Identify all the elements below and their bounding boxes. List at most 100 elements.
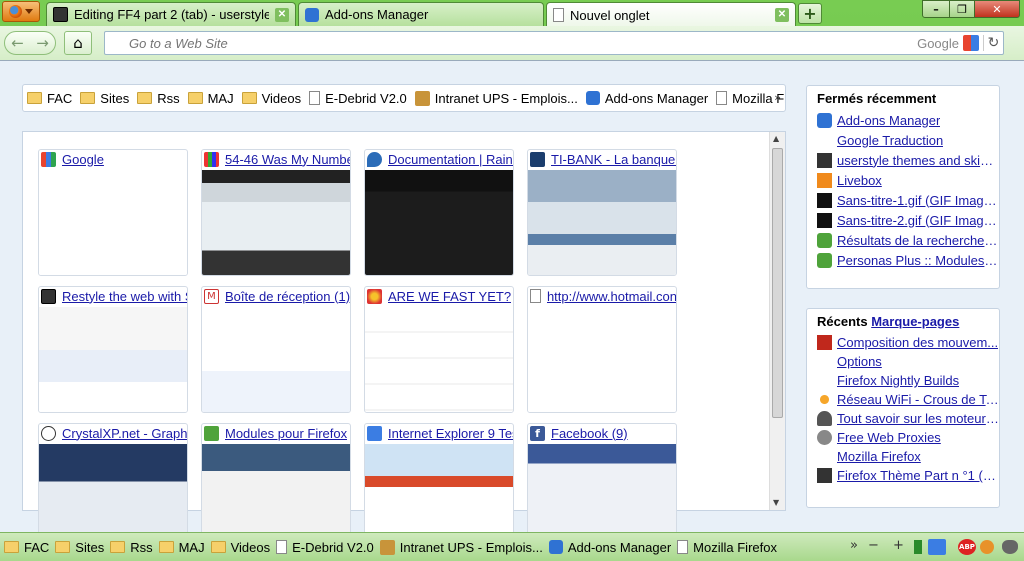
bookmark-folder-sites[interactable]: Sites bbox=[80, 91, 129, 106]
list-item[interactable]: Firefox Thème Part n °1 (n... bbox=[807, 466, 999, 485]
tile-title[interactable]: Documentation | Rainm bbox=[388, 152, 513, 167]
bookmark-intranet-ups[interactable]: Intranet UPS - Emplois... bbox=[414, 90, 578, 106]
item-label[interactable]: Add-ons Manager bbox=[837, 113, 940, 128]
scroll-down-icon[interactable]: ▼ bbox=[773, 498, 779, 507]
back-arrow-icon[interactable]: ← bbox=[5, 34, 30, 52]
zoom-out-icon[interactable]: − bbox=[868, 538, 879, 553]
list-item[interactable]: Livebox bbox=[807, 170, 999, 190]
list-item[interactable]: Résultats de la recherche de... bbox=[807, 230, 999, 250]
tab-new[interactable]: Nouvel onglet ✕ bbox=[546, 2, 796, 27]
forward-arrow-icon[interactable]: → bbox=[30, 34, 55, 52]
vertical-scrollbar[interactable]: ▲ ▼ bbox=[769, 132, 785, 510]
bookmarks-link[interactable]: Marque-pages bbox=[871, 314, 959, 329]
tile-title[interactable]: Internet Explorer 9 Test I bbox=[388, 426, 513, 441]
item-label[interactable]: Livebox bbox=[837, 173, 882, 188]
green-flag-icon[interactable] bbox=[914, 540, 922, 554]
list-item[interactable]: Sans-titre-1.gif (GIF Image, ... bbox=[807, 190, 999, 210]
list-item[interactable]: Options bbox=[807, 352, 999, 371]
close-window-button[interactable]: ✕ bbox=[974, 0, 1020, 18]
list-item[interactable]: Composition des mouvem... bbox=[807, 333, 999, 352]
list-item[interactable]: Réseau WiFi - Crous de Tou... bbox=[807, 390, 999, 409]
bookmark-edebrid[interactable]: E-Debrid V2.0 bbox=[276, 540, 374, 555]
chevron-right-icon[interactable]: » bbox=[850, 538, 858, 553]
speed-dial-tile[interactable]: M Boîte de réception (1) - l bbox=[201, 286, 351, 413]
list-item[interactable]: Free Web Proxies bbox=[807, 428, 999, 447]
new-tab-button[interactable]: + bbox=[798, 3, 822, 24]
search-engine-label[interactable]: Google bbox=[917, 36, 963, 51]
item-label[interactable]: Tout savoir sur les moteurs ... bbox=[837, 411, 999, 426]
bookmark-addons-manager[interactable]: Add-ons Manager bbox=[548, 540, 671, 555]
speed-dial-tile[interactable]: CrystalXP.net - Graphisn bbox=[38, 423, 188, 550]
speed-dial-tile[interactable]: Modules pour Firefox bbox=[201, 423, 351, 550]
minimize-button[interactable]: – bbox=[922, 0, 950, 18]
bookmark-folder-rss[interactable]: Rss bbox=[110, 540, 153, 555]
chevron-right-icon[interactable]: » bbox=[774, 91, 781, 104]
home-button[interactable]: ⌂ bbox=[64, 31, 92, 55]
tab-addons[interactable]: Add-ons Manager bbox=[298, 2, 544, 26]
bookmark-folder-sites[interactable]: Sites bbox=[55, 540, 104, 555]
bookmark-folder-videos[interactable]: Videos bbox=[241, 91, 301, 106]
translate-icon[interactable] bbox=[928, 539, 946, 555]
list-item[interactable]: Mozilla Firefox bbox=[807, 447, 999, 466]
firefox-menu-button[interactable] bbox=[2, 1, 40, 22]
item-label[interactable]: Free Web Proxies bbox=[837, 430, 941, 445]
speed-dial-tile[interactable]: Internet Explorer 9 Test I bbox=[364, 423, 514, 550]
close-icon[interactable]: ✕ bbox=[275, 7, 289, 22]
reload-icon[interactable]: ↻ bbox=[983, 35, 1003, 51]
speed-dial-tile[interactable]: f Facebook (9) bbox=[527, 423, 677, 550]
list-item[interactable]: Sans-titre-2.gif (GIF Image, ... bbox=[807, 210, 999, 230]
item-label[interactable]: Firefox Nightly Builds bbox=[837, 373, 959, 388]
speed-dial-tile[interactable]: 54-46 Was My Number - bbox=[201, 149, 351, 276]
adblock-icon[interactable]: ABP bbox=[958, 539, 976, 555]
bookmark-edebrid[interactable]: E-Debrid V2.0 bbox=[309, 91, 407, 106]
tab-userstyles[interactable]: Editing FF4 part 2 (tab) - userstyles.or… bbox=[46, 2, 296, 26]
speed-dial-tile[interactable]: TI-BANK - La banque de bbox=[527, 149, 677, 276]
list-item[interactable]: Personas Plus :: Modules p... bbox=[807, 250, 999, 270]
tile-title[interactable]: Modules pour Firefox bbox=[225, 426, 347, 441]
scroll-up-icon[interactable]: ▲ bbox=[773, 134, 779, 143]
list-item[interactable]: Tout savoir sur les moteurs ... bbox=[807, 409, 999, 428]
speed-dial-tile[interactable]: ARE WE FAST YET? bbox=[364, 286, 514, 413]
item-label[interactable]: Options bbox=[837, 354, 882, 369]
tile-title[interactable]: http://www.hotmail.con bbox=[547, 289, 676, 304]
bookmark-folder-fac[interactable]: FAC bbox=[27, 91, 72, 106]
list-item[interactable]: Firefox Nightly Builds bbox=[807, 371, 999, 390]
bookmark-folder-videos[interactable]: Videos bbox=[210, 540, 270, 555]
tile-title[interactable]: CrystalXP.net - Graphisn bbox=[62, 426, 187, 441]
fox-icon[interactable] bbox=[980, 540, 994, 554]
tile-title[interactable]: 54-46 Was My Number - bbox=[225, 152, 350, 167]
item-label[interactable]: Firefox Thème Part n °1 (n... bbox=[837, 468, 999, 483]
zoom-in-icon[interactable]: + bbox=[893, 538, 904, 553]
close-icon[interactable]: ✕ bbox=[775, 8, 789, 22]
speed-dial-tile[interactable]: http://www.hotmail.con bbox=[527, 286, 677, 413]
item-label[interactable]: Réseau WiFi - Crous de Tou... bbox=[837, 392, 999, 407]
item-label[interactable]: Mozilla Firefox bbox=[837, 449, 921, 464]
tile-title[interactable]: Google bbox=[62, 152, 104, 167]
speed-dial-tile[interactable]: Restyle the web with Sty bbox=[38, 286, 188, 413]
tile-title[interactable]: Boîte de réception (1) - l bbox=[225, 289, 350, 304]
item-label[interactable]: Personas Plus :: Modules p... bbox=[837, 253, 999, 268]
tile-title[interactable]: Restyle the web with Sty bbox=[62, 289, 187, 304]
bookmark-mozilla-firefox[interactable]: Mozilla Firefox bbox=[677, 540, 777, 555]
speed-dial-tile[interactable]: Google bbox=[38, 149, 188, 276]
list-item[interactable]: Google Traduction bbox=[807, 130, 999, 150]
scrollbar-thumb[interactable] bbox=[772, 148, 783, 418]
list-item[interactable]: userstyle themes and skins ... bbox=[807, 150, 999, 170]
tile-title[interactable]: Facebook (9) bbox=[551, 426, 628, 441]
list-item[interactable]: Add-ons Manager bbox=[807, 110, 999, 130]
item-label[interactable]: Sans-titre-2.gif (GIF Image, ... bbox=[837, 213, 999, 228]
bookmark-folder-fac[interactable]: FAC bbox=[4, 540, 49, 555]
tile-title[interactable]: ARE WE FAST YET? bbox=[388, 289, 511, 304]
maximize-button[interactable]: ❐ bbox=[949, 0, 975, 18]
item-label[interactable]: Google Traduction bbox=[837, 133, 943, 148]
item-label[interactable]: Résultats de la recherche de... bbox=[837, 233, 999, 248]
bug-icon[interactable] bbox=[1002, 540, 1018, 554]
bookmark-addons-manager[interactable]: Add-ons Manager bbox=[585, 91, 708, 106]
item-label[interactable]: Composition des mouvem... bbox=[837, 335, 998, 350]
item-label[interactable]: userstyle themes and skins ... bbox=[837, 153, 999, 168]
bookmark-folder-rss[interactable]: Rss bbox=[137, 91, 180, 106]
speed-dial-tile[interactable]: Documentation | Rainm bbox=[364, 149, 514, 276]
item-label[interactable]: Sans-titre-1.gif (GIF Image, ... bbox=[837, 193, 999, 208]
bookmark-folder-maj[interactable]: MAJ bbox=[158, 540, 205, 555]
url-input[interactable] bbox=[105, 35, 885, 51]
